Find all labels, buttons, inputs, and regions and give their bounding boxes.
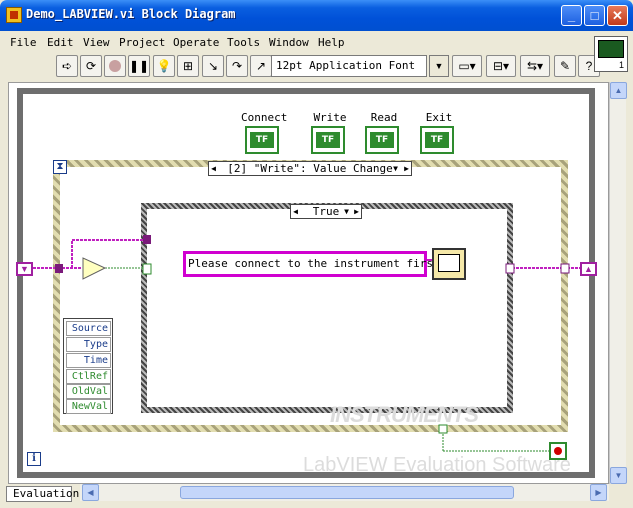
event-tunnel-left[interactable]: [55, 264, 63, 273]
evaluation-watermark: LabVIEW Evaluation Software: [303, 454, 571, 476]
ni-watermark: INSTRUMENTS: [330, 402, 479, 427]
horizontal-scrollbar[interactable]: ◀ ▶: [80, 484, 609, 501]
scroll-corner: [609, 484, 626, 501]
wire-layer: [33, 235, 581, 452]
case-tunnel-right[interactable]: [505, 263, 515, 274]
project-context-tab[interactable]: Evaluation: [6, 486, 79, 502]
horizontal-scroll-thumb[interactable]: [180, 486, 514, 499]
scroll-right-icon[interactable]: ▶: [590, 484, 607, 501]
event-tunnel-right[interactable]: [560, 263, 570, 274]
not-equal-compare-icon[interactable]: [82, 257, 107, 280]
scroll-left-icon[interactable]: ◀: [82, 484, 99, 501]
shift-register-right-icon[interactable]: ▲: [580, 262, 597, 276]
scroll-down-icon[interactable]: ▼: [610, 467, 627, 484]
shift-register-left-icon[interactable]: ▼: [16, 262, 33, 276]
vertical-scrollbar[interactable]: ▲ ▼: [609, 82, 627, 484]
case-selector-terminal[interactable]: [142, 263, 152, 275]
scroll-up-icon[interactable]: ▲: [610, 82, 627, 99]
case-tunnel-top[interactable]: [143, 235, 151, 244]
iteration-terminal[interactable]: i: [27, 452, 41, 466]
